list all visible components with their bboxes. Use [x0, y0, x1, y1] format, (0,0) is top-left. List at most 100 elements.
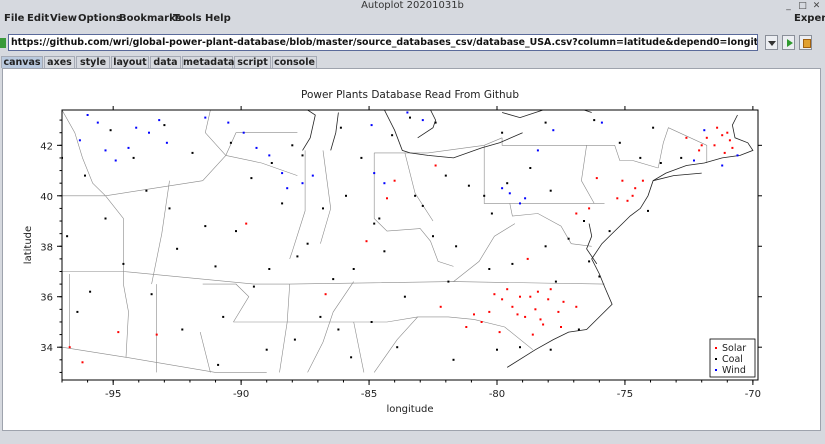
solar-point	[498, 331, 501, 334]
wind-point	[501, 187, 504, 190]
state-border	[204, 110, 227, 156]
solar-point	[713, 144, 716, 147]
state-border	[279, 284, 290, 373]
coal-point	[176, 247, 179, 250]
bookmark-icon	[803, 39, 811, 48]
wind-point	[552, 129, 555, 132]
coal-point	[467, 184, 470, 187]
dropdown-button[interactable]	[765, 35, 778, 50]
maximize-icon[interactable]: □	[797, 1, 808, 11]
menu-edit[interactable]: Edit	[27, 13, 49, 24]
coal-point	[268, 268, 271, 270]
tab-layout[interactable]: layout	[111, 56, 149, 68]
minimize-icon[interactable]: _	[783, 1, 794, 11]
state-border	[373, 316, 418, 373]
coal-point	[345, 194, 347, 197]
solar-point	[575, 212, 578, 215]
wind-point	[721, 164, 724, 167]
tab-style[interactable]: style	[76, 56, 110, 68]
scatter-chart[interactable]: -95 -90 -85 -80 -75 -70 34 36 38 40 42 Power Plants…	[3, 69, 820, 430]
coal-point	[501, 131, 504, 134]
coal-point	[414, 194, 417, 197]
wind-point	[86, 114, 89, 116]
coal-point	[506, 182, 509, 185]
x-tick-label: -90	[233, 389, 249, 400]
coal-point	[378, 217, 381, 220]
menu-expert[interactable]: Expert	[794, 13, 825, 24]
coal-point	[391, 134, 394, 137]
tab-data[interactable]: data	[150, 56, 181, 68]
y-axis-label: latitude	[23, 226, 34, 264]
coastline	[653, 172, 702, 182]
coal-point	[306, 242, 309, 245]
legend-marker-coal	[715, 358, 717, 360]
solar-point	[726, 131, 729, 134]
window-title: Autoplot 20201031b	[361, 0, 464, 11]
y-tick-label: 40	[40, 192, 53, 203]
state-border	[509, 203, 592, 247]
coal-point	[301, 154, 304, 157]
coal-point	[204, 225, 207, 228]
coal-point	[490, 212, 493, 215]
coastline	[501, 110, 544, 119]
legend-marker-solar	[715, 347, 717, 349]
coal-point	[352, 268, 355, 270]
wind-point	[383, 182, 386, 185]
solar-point	[493, 293, 496, 296]
wind-point	[135, 126, 138, 129]
state-border	[483, 145, 605, 204]
coal-point	[337, 328, 340, 331]
coal-point	[432, 235, 434, 238]
solar-point	[723, 151, 726, 154]
wind-point	[255, 146, 258, 149]
tab-axes[interactable]: axes	[44, 56, 75, 68]
bookmark-button[interactable]	[799, 35, 812, 50]
coal-point	[434, 121, 437, 124]
coal-point	[483, 194, 486, 197]
menu-help[interactable]: Help	[205, 13, 231, 24]
y-tick-label: 36	[40, 293, 53, 304]
tab-canvas[interactable]: canvas	[1, 56, 43, 68]
coal-point	[217, 363, 220, 366]
solar-point	[117, 331, 120, 334]
wind-point	[227, 121, 230, 124]
y-tick-label: 42	[40, 141, 53, 152]
legend-label-wind: Wind	[722, 365, 746, 376]
menu-options[interactable]: Options	[78, 13, 122, 24]
tab-script[interactable]: script	[234, 56, 271, 68]
coal-point	[222, 315, 225, 318]
coal-point	[659, 162, 662, 164]
url-input[interactable]: https://github.com/wri/global-power-plan…	[8, 34, 758, 51]
solar-point	[560, 326, 562, 328]
close-icon[interactable]: ✕	[811, 1, 822, 11]
menu-file[interactable]: File	[4, 13, 24, 24]
solar-point	[516, 313, 519, 316]
coastline	[384, 110, 523, 159]
solar-point	[547, 298, 550, 301]
x-axis-label: longitude	[386, 404, 433, 415]
map-background	[62, 110, 708, 373]
coal-point	[567, 237, 570, 240]
go-button[interactable]	[782, 35, 795, 50]
solar-point	[731, 146, 734, 149]
menu-view[interactable]: View	[50, 13, 77, 24]
solar-point	[595, 177, 598, 180]
coal-point	[109, 129, 112, 132]
solar-point	[626, 199, 629, 202]
state-border	[307, 281, 354, 373]
tab-metadata[interactable]: metadata	[182, 56, 234, 68]
plot-canvas[interactable]: -95 -90 -85 -80 -75 -70 34 36 38 40 42 Power Plants…	[2, 68, 821, 431]
solar-point	[439, 305, 442, 308]
coal-point	[447, 280, 450, 283]
coal-point	[444, 174, 447, 177]
wind-point	[127, 146, 130, 149]
series-coal	[62, 116, 683, 366]
solar-point	[501, 298, 504, 301]
coal-point	[252, 285, 255, 288]
coal-point	[409, 116, 411, 119]
coal-point	[89, 290, 92, 293]
tab-console[interactable]: console	[272, 56, 317, 68]
solar-point	[68, 346, 71, 349]
coal-point	[511, 262, 514, 265]
menu-tools[interactable]: Tools	[173, 13, 202, 24]
